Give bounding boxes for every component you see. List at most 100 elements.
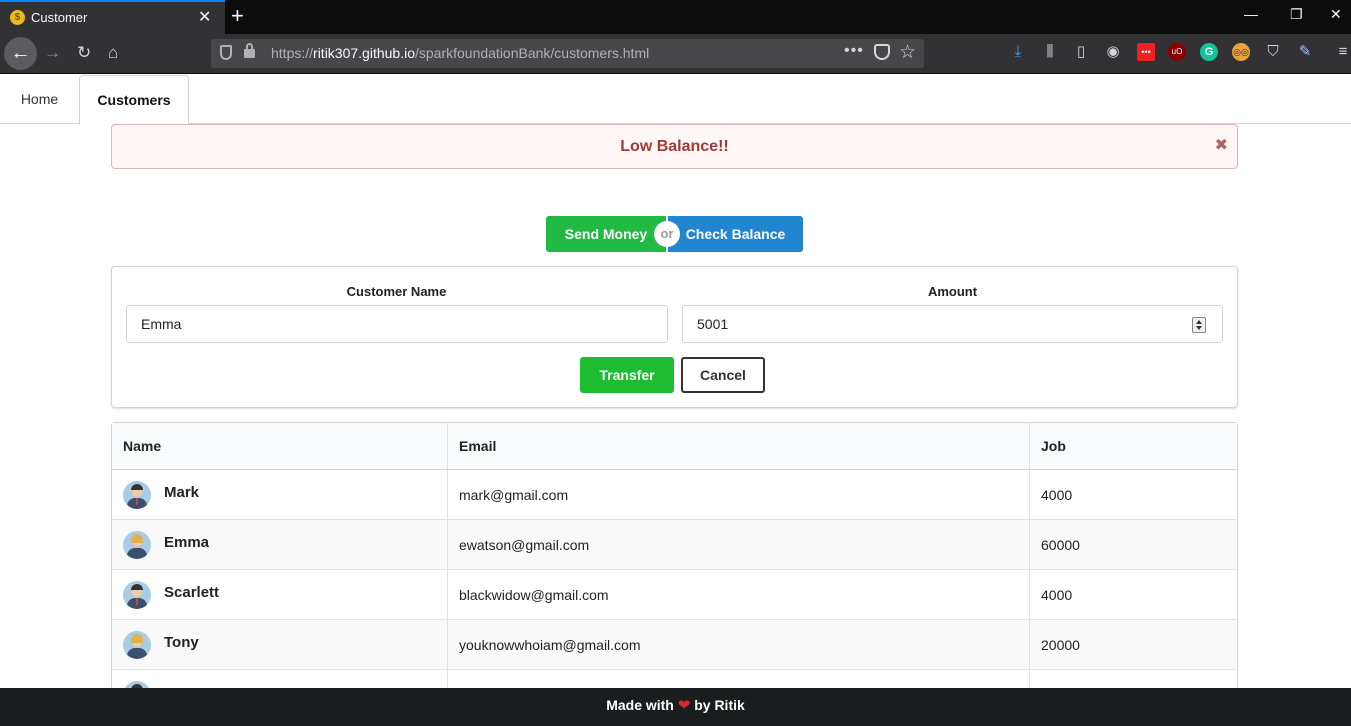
tracking-shield-icon[interactable] bbox=[220, 45, 232, 60]
tab-title: Customer bbox=[31, 10, 88, 25]
check-balance-button[interactable]: Check Balance bbox=[668, 216, 803, 252]
avatar-hair bbox=[131, 634, 143, 643]
footer-suffix: by Ritik bbox=[694, 697, 745, 713]
hamburger-menu-icon[interactable]: ≡ bbox=[1334, 43, 1351, 61]
cell-job: 4000 bbox=[1041, 587, 1073, 603]
privacy-badger-icon[interactable]: ⛉ bbox=[1264, 43, 1282, 61]
browser-nav-bar: ← → ↻ ⌂ https://ritik307.github.io/spark… bbox=[0, 34, 1351, 74]
alert-message: Low Balance!! bbox=[620, 138, 729, 155]
amount-spinner-icon[interactable] bbox=[1192, 317, 1206, 333]
avatar bbox=[123, 481, 151, 509]
tab-close-icon[interactable]: ✕ bbox=[198, 7, 211, 27]
cell-name: Mark bbox=[112, 470, 447, 520]
avatar bbox=[123, 681, 151, 688]
favicon-icon: $ bbox=[10, 10, 25, 25]
url-bar[interactable]: https://ritik307.github.io/sparkfoundati… bbox=[211, 39, 924, 68]
menu-item-customers[interactable]: Customers bbox=[79, 75, 189, 125]
send-money-button[interactable]: Send Money bbox=[546, 216, 666, 252]
extension-owl-icon[interactable]: ◎◎ bbox=[1232, 43, 1250, 61]
cell-name: Emma bbox=[112, 520, 447, 570]
restore-icon[interactable]: ❐ bbox=[1290, 6, 1303, 23]
cell-name bbox=[112, 670, 447, 688]
bookmark-star-icon[interactable]: ☆ bbox=[899, 41, 916, 64]
cell-email: mark@gmail.com bbox=[459, 487, 569, 503]
customer-name: Tony bbox=[164, 634, 199, 651]
url-text[interactable]: https://ritik307.github.io/sparkfoundati… bbox=[271, 45, 649, 61]
column-divider bbox=[1029, 670, 1030, 688]
avatar-hair bbox=[131, 584, 143, 590]
url-path: /sparkfoundationBank/customers.html bbox=[414, 45, 650, 61]
url-prefix: https:// bbox=[271, 45, 314, 61]
or-divider: or bbox=[654, 221, 680, 247]
new-tab-icon[interactable]: + bbox=[231, 3, 244, 29]
transfer-form: Customer Name Emma Amount 5001 Transfer … bbox=[111, 266, 1238, 408]
avatar bbox=[123, 581, 151, 609]
table-header: Name Email Job bbox=[112, 423, 1237, 470]
alert-close-icon[interactable]: ✖ bbox=[1215, 135, 1228, 155]
customer-name: Scarlett bbox=[164, 584, 220, 601]
downloads-icon[interactable]: ⤓ bbox=[1009, 43, 1027, 61]
table-row[interactable]: Scarlett blackwidow@gmail.com 4000 bbox=[112, 570, 1237, 620]
low-balance-alert: Low Balance!! ✖ bbox=[111, 124, 1238, 169]
cancel-button[interactable]: Cancel bbox=[681, 357, 765, 393]
customer-name: Emma bbox=[164, 534, 210, 551]
customer-name-label: Customer Name bbox=[346, 284, 447, 299]
avatar bbox=[123, 631, 151, 659]
column-divider bbox=[1029, 423, 1030, 469]
cell-email: youknowwhoiam@gmail.com bbox=[459, 637, 641, 653]
table-row[interactable] bbox=[112, 670, 1237, 688]
header-job: Job bbox=[1041, 438, 1066, 454]
page-actions-icon[interactable]: ••• bbox=[844, 42, 864, 60]
avatar-hair bbox=[131, 484, 143, 490]
cell-name: Tony bbox=[112, 620, 447, 670]
ublock-icon[interactable]: uO bbox=[1168, 43, 1186, 61]
library-icon[interactable]: ⫼ bbox=[1041, 43, 1059, 61]
reload-icon[interactable]: ↻ bbox=[77, 43, 91, 63]
grammarly-icon[interactable]: G bbox=[1200, 43, 1218, 61]
customers-table: Name Email Job Mark mark@gmail.com 4000 Emm… bbox=[111, 422, 1238, 688]
avatar-body bbox=[127, 648, 147, 659]
pocket-icon[interactable] bbox=[874, 44, 890, 60]
sidebar-icon[interactable]: ▯ bbox=[1072, 43, 1090, 61]
customer-name: Mark bbox=[164, 484, 200, 501]
action-button-group: Send Money Check Balance or bbox=[546, 216, 803, 252]
cell-job: 60000 bbox=[1041, 537, 1080, 553]
footer: Made with ❤ by Ritik bbox=[0, 688, 1351, 726]
browser-tab-bar: $ Customer ✕ + — ❐ ✕ bbox=[0, 0, 1351, 34]
avatar-body bbox=[127, 548, 147, 559]
url-host: ritik307.github.io bbox=[313, 45, 415, 61]
table-row[interactable]: Mark mark@gmail.com 4000 bbox=[112, 470, 1237, 520]
header-email: Email bbox=[459, 438, 497, 454]
customer-name-input[interactable]: Emma bbox=[126, 305, 668, 343]
page-content: Home Customers Low Balance!! ✖ Send Mone… bbox=[0, 75, 1351, 688]
forward-icon[interactable]: → bbox=[44, 43, 61, 63]
home-icon[interactable]: ⌂ bbox=[108, 43, 118, 63]
column-divider bbox=[447, 423, 448, 469]
browser-tab[interactable]: $ Customer ✕ bbox=[0, 0, 225, 34]
avatar-tie bbox=[136, 498, 138, 505]
avatar-hair bbox=[131, 534, 143, 543]
footer-prefix: Made with bbox=[606, 697, 674, 713]
minimize-icon[interactable]: — bbox=[1244, 6, 1258, 22]
lock-icon[interactable] bbox=[244, 43, 255, 58]
cell-email: ewatson@gmail.com bbox=[459, 537, 590, 553]
table-row[interactable]: Emma ewatson@gmail.com 60000 bbox=[112, 520, 1237, 570]
lastpass-icon[interactable]: ••• bbox=[1137, 43, 1155, 61]
back-icon[interactable]: ← bbox=[4, 37, 37, 70]
top-menu: Home Customers bbox=[0, 75, 1351, 125]
header-name: Name bbox=[123, 438, 162, 454]
avatar bbox=[123, 531, 151, 559]
transfer-button[interactable]: Transfer bbox=[580, 357, 674, 393]
color-picker-icon[interactable]: ✎ bbox=[1296, 43, 1314, 61]
column-divider bbox=[447, 670, 448, 688]
avatar-tie bbox=[136, 598, 138, 605]
cell-email: blackwidow@gmail.com bbox=[459, 587, 609, 603]
table-body: Mark mark@gmail.com 4000 Emma ewatson@gmail.… bbox=[112, 470, 1237, 688]
table-row[interactable]: Tony youknowwhoiam@gmail.com 20000 bbox=[112, 620, 1237, 670]
cell-job: 4000 bbox=[1041, 487, 1073, 503]
heart-icon: ❤ bbox=[677, 697, 691, 714]
account-icon[interactable]: ◉ bbox=[1104, 43, 1122, 61]
window-close-icon[interactable]: ✕ bbox=[1330, 6, 1342, 23]
menu-item-home[interactable]: Home bbox=[0, 75, 79, 124]
amount-input[interactable]: 5001 bbox=[682, 305, 1223, 343]
